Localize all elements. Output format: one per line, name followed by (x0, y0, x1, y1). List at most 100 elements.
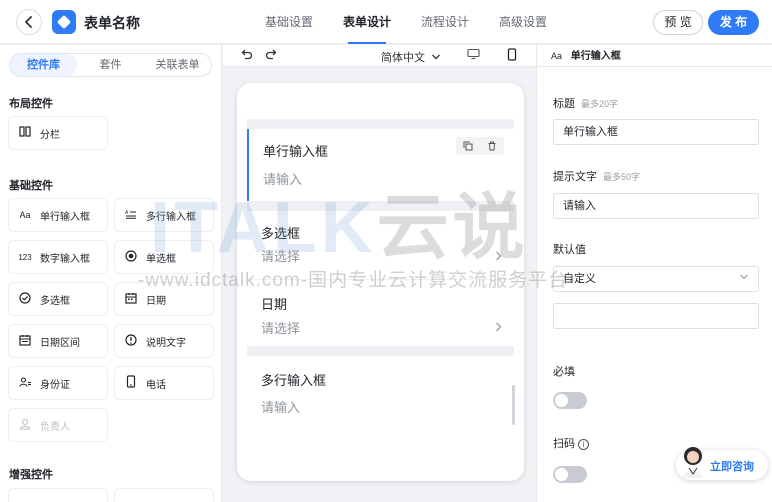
control-columns[interactable]: 分栏 (9, 117, 107, 149)
control-label: 多行输入框 (146, 211, 196, 223)
redo-icon[interactable] (265, 48, 277, 63)
tab-form-design[interactable]: 表单设计 (334, 0, 400, 44)
diamond-logo-icon (52, 10, 76, 34)
support-avatar-icon (683, 447, 703, 478)
default-label: 默认值 (553, 244, 586, 256)
tab-kits[interactable]: 套件 (77, 54, 144, 76)
control-label: 负责人 (40, 421, 70, 433)
chevron-left-icon (25, 16, 32, 28)
required-label: 必填 (553, 366, 575, 378)
enhanced-controls-title: 增强控件 (9, 469, 53, 481)
control-label: 日期区间 (40, 337, 80, 349)
tab-process-design[interactable]: 流程设计 (412, 0, 478, 44)
tab-advanced-settings[interactable]: 高级设置 (490, 0, 556, 44)
properties-header: Aa 单行输入框 (537, 45, 772, 67)
hint-label: 提示文字 最多50字 (553, 168, 640, 184)
text-aa-icon: Aa (19, 210, 31, 220)
multiline-text-icon: A (124, 209, 138, 222)
control-label: 多选框 (40, 295, 70, 307)
person-icon (18, 418, 32, 433)
consult-button[interactable]: 立即咨询 (676, 447, 768, 480)
tab-control-library[interactable]: 控件库 (10, 54, 77, 76)
desktop-icon[interactable] (467, 48, 480, 63)
info-circle-icon (124, 333, 138, 349)
field-placeholder: 请输入 (263, 172, 303, 187)
control-description-text[interactable]: 说明文字 (115, 325, 213, 357)
radio-icon (124, 249, 138, 265)
control-enhanced-item[interactable] (115, 489, 213, 502)
default-value-input[interactable] (553, 303, 759, 329)
trash-icon[interactable] (487, 141, 497, 151)
control-date-range[interactable]: 日期区间 (9, 325, 107, 357)
form-field-single-line[interactable]: 单行输入框 请输入 (247, 129, 514, 201)
control-enhanced-item[interactable] (9, 489, 107, 502)
scrollbar[interactable] (512, 385, 515, 425)
language-select[interactable]: 简体中文 (381, 49, 441, 65)
default-type-value: 自定义 (563, 273, 596, 285)
control-label: 数字输入框 (40, 253, 90, 265)
default-type-select[interactable]: 自定义 (553, 266, 759, 292)
properties-panel: Aa 单行输入框 标题 最多20字 单行输入框 提示文字 最多50字 请输入 默认值… (536, 45, 772, 502)
control-phone[interactable]: 电话 (115, 367, 213, 399)
control-id-card[interactable]: 身份证 (9, 367, 107, 399)
undo-icon[interactable] (241, 48, 253, 63)
mobile-preview: 单行输入框 请输入 多选框 请选择 日期 请选择 多行输入框 请输入 (237, 83, 524, 481)
control-label: 说明文字 (146, 337, 186, 349)
checkbox-circle-icon (18, 291, 32, 307)
hint-hint: 最多50字 (603, 172, 641, 182)
control-checkbox[interactable]: 多选框 (9, 283, 107, 315)
basic-controls-title: 基础控件 (9, 180, 53, 192)
hint-label-text: 提示文字 (553, 171, 597, 183)
field-placeholder: 请选择 (261, 249, 301, 264)
control-label: 日期 (146, 295, 166, 307)
columns-icon (18, 126, 32, 140)
chevron-down-icon (739, 267, 749, 291)
copy-icon[interactable] (463, 141, 473, 151)
properties-title: 单行输入框 (570, 51, 621, 62)
control-label: 分栏 (40, 129, 60, 141)
control-multi-line-input[interactable]: A 多行输入框 (115, 199, 213, 231)
control-date[interactable]: 日期 (115, 283, 213, 315)
control-label: 身份证 (40, 379, 70, 391)
calendar-icon (124, 292, 138, 307)
scan-label: 扫码 i (553, 435, 589, 451)
hint-input[interactable]: 请输入 (553, 193, 759, 219)
info-icon[interactable]: i (578, 439, 589, 450)
title-hint: 最多20字 (581, 99, 619, 109)
field-label: 多选框 (261, 226, 301, 241)
field-placeholder: 请输入 (261, 400, 301, 415)
form-title: 表单名称 (84, 15, 140, 31)
required-toggle[interactable] (553, 392, 587, 409)
mobile-icon[interactable] (507, 48, 517, 64)
tab-basic-settings[interactable]: 基础设置 (256, 0, 322, 44)
library-tabs: 控件库 套件 关联表单 (9, 53, 212, 77)
design-canvas: 单行输入框 请输入 多选框 请选择 日期 请选择 多行输入框 请输入 (223, 67, 536, 502)
svg-text:A: A (125, 210, 129, 216)
preview-button[interactable]: 预 览 (653, 10, 703, 35)
back-button[interactable] (16, 9, 42, 35)
calendar-range-icon (18, 334, 32, 349)
consult-label: 立即咨询 (710, 461, 754, 473)
layout-controls-title: 布局控件 (9, 98, 53, 110)
control-label: 电话 (146, 379, 166, 391)
control-single-line-input[interactable]: Aa 单行输入框 (9, 199, 107, 231)
divider (247, 119, 514, 129)
form-field-checkbox[interactable]: 多选框 请选择 (247, 211, 514, 279)
title-label-text: 标题 (553, 98, 575, 110)
control-radio[interactable]: 单选框 (115, 241, 213, 273)
form-field-date[interactable]: 日期 请选择 (247, 280, 514, 346)
text-aa-icon: Aa (551, 51, 563, 61)
publish-button[interactable]: 发 布 (708, 10, 759, 35)
chevron-down-icon (432, 54, 441, 60)
title-input[interactable]: 单行输入框 (553, 119, 759, 145)
field-actions (456, 137, 504, 155)
top-bar: 表单名称 基础设置 表单设计 流程设计 高级设置 预 览 发 布 (0, 0, 772, 44)
tab-linked-forms[interactable]: 关联表单 (144, 54, 211, 76)
field-label: 日期 (261, 297, 288, 312)
form-field-multi-line[interactable]: 多行输入框 请输入 (247, 356, 514, 436)
scan-toggle[interactable] (553, 466, 587, 483)
top-tabs: 基础设置 表单设计 流程设计 高级设置 (250, 0, 562, 44)
field-label: 单行输入框 (263, 144, 329, 159)
title-label: 标题 最多20字 (553, 95, 618, 111)
control-number-input[interactable]: 123 数字输入框 (9, 241, 107, 273)
